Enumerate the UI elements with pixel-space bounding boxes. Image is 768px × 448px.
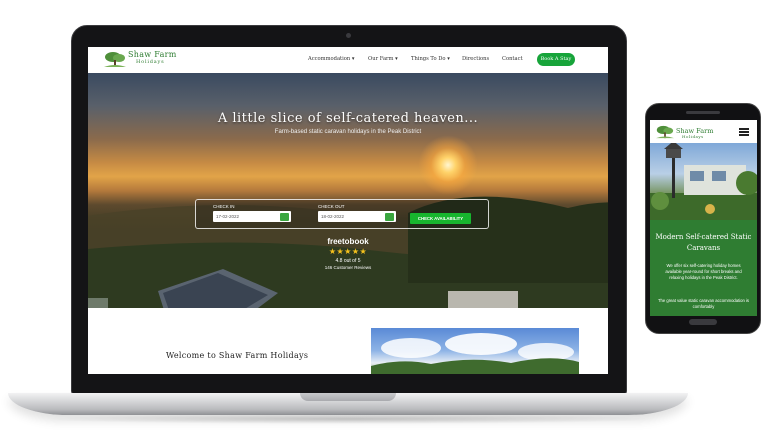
nav-accommodation[interactable]: Accommodation ▾ [308,56,355,62]
star-rating: ★★★★★ [328,247,368,256]
nav-our-farm[interactable]: Our Farm ▾ [368,56,398,62]
phone-home-bar [689,319,717,325]
laptop-notch [300,393,396,401]
availability-search: CHECK IN 17-02-2022 CHECK OUT 18-02-2022… [195,199,489,229]
mobile-intro-text-2: The great value static caravan accommoda… [658,298,750,309]
nav-contact[interactable]: Contact [502,56,523,62]
caravan-photo [371,328,579,374]
mobile-intro-text: We offer six self-catering holiday homes… [665,263,742,280]
laptop-screen: Shaw Farm Holidays Accommodation ▾ Our F… [88,47,608,374]
calendar-icon[interactable] [280,212,289,221]
clouds-trees-image [371,333,579,374]
site-header: Shaw Farm Holidays Accommodation ▾ Our F… [88,47,608,73]
review-count[interactable]: 146 Customer Reviews [88,265,608,270]
calendar-icon[interactable] [385,212,394,221]
phone-screen: Shaw Farm Holidays Modern Self-catered S… [650,120,757,316]
hero-banner: A little slice of self-catered heaven...… [88,73,608,308]
tree-logo-icon [104,52,126,67]
freetobook-logo[interactable]: freetobook [88,237,608,246]
nav-directions[interactable]: Directions [462,56,489,62]
checkin-label: CHECK IN [213,204,235,209]
check-availability-button[interactable]: CHECK AVAILABILITY [410,213,471,224]
hero-subtitle: Farm-based static caravan holidays in th… [274,129,422,135]
caravan-garden-image [650,143,757,220]
hero-title: A little slice of self-catered heaven... [217,111,479,126]
mobile-hero-photo [650,143,757,220]
tree-logo-icon [656,125,674,139]
laptop-shadow [40,414,660,424]
nav-things-to-do[interactable]: Things To Do ▾ [411,56,450,62]
logo-subtitle: Holidays [136,59,165,65]
rating-text: 4.8 out of 5 [335,258,361,264]
phone-speaker [686,111,720,114]
hamburger-menu-icon[interactable] [739,128,749,136]
welcome-heading: Welcome to Shaw Farm Holidays [166,351,309,360]
book-a-stay-button[interactable]: Book A Stay [537,53,575,66]
laptop-camera [346,33,351,38]
mobile-logo-subtitle: Holidays [682,134,704,139]
checkout-label: CHECK OUT [318,204,345,209]
logo-name[interactable]: Shaw Farm [128,51,177,59]
mobile-section-title: Modern Self-catered Static Caravans [655,233,752,252]
